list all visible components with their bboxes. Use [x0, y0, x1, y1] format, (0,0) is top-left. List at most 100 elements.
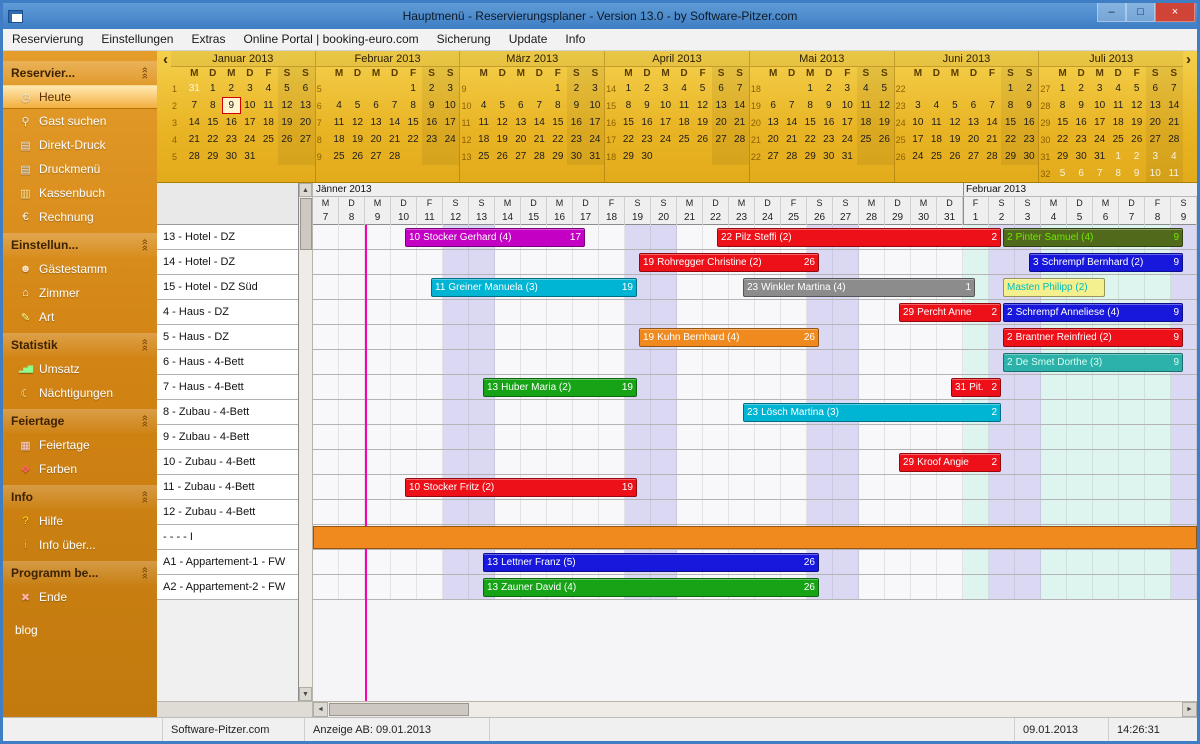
sidebar-item-blog[interactable]: blog — [3, 623, 157, 637]
menu-item-info[interactable]: Info — [556, 29, 594, 50]
calendar-day[interactable]: 22 — [801, 131, 820, 148]
calendar-day[interactable]: 10 — [909, 114, 928, 131]
calendar-day[interactable]: 14 — [385, 114, 404, 131]
calendar-day[interactable]: 15 — [204, 114, 223, 131]
calendar-day[interactable]: 28 — [983, 148, 1002, 165]
day-number-cell[interactable]: 6 — [1093, 211, 1119, 225]
calendar-day[interactable]: 10 — [241, 97, 260, 114]
calendar-day[interactable]: 26 — [946, 148, 965, 165]
calendar-day[interactable]: 17 — [441, 114, 460, 131]
gantt-row[interactable] — [313, 450, 1197, 475]
calendar-day[interactable]: 19 — [1127, 114, 1146, 131]
calendar-day[interactable]: 18 — [857, 114, 876, 131]
calendar-day[interactable]: 27 — [964, 148, 983, 165]
calendar-day[interactable]: 5 — [348, 97, 367, 114]
day-number-cell[interactable]: 7 — [1119, 211, 1145, 225]
calendar-day[interactable]: 19 — [493, 131, 512, 148]
calendar-day[interactable]: 25 — [675, 131, 694, 148]
calendar-day[interactable]: 10 — [1090, 97, 1109, 114]
calendar-day[interactable]: 6 — [512, 97, 531, 114]
sidebar-item-info-uber[interactable]: iInfo über... — [3, 533, 157, 557]
calendar-day[interactable]: 11 — [1165, 165, 1184, 182]
calendar-day[interactable]: 31 — [241, 148, 260, 165]
day-number-cell[interactable]: 28 — [859, 211, 885, 225]
calendar-day[interactable]: 29 — [204, 148, 223, 165]
calendar-day[interactable]: 28 — [530, 148, 549, 165]
calendar-day[interactable]: 26 — [493, 148, 512, 165]
calendar-day[interactable]: 27 — [1146, 131, 1165, 148]
calendar-day[interactable]: 6 — [1146, 80, 1165, 97]
calendar-day[interactable]: 21 — [730, 114, 749, 131]
calendar-day[interactable]: 13 — [367, 114, 386, 131]
calendar-day[interactable]: 13 — [1146, 97, 1165, 114]
calendar-day[interactable]: 12 — [946, 114, 965, 131]
calendar-day[interactable]: 27 — [712, 131, 731, 148]
calendar-day[interactable]: 1 — [404, 80, 423, 97]
reservation-bar[interactable]: 19Rohregger Christine (2)26 — [639, 253, 819, 272]
calendar-day[interactable]: 7 — [385, 97, 404, 114]
day-number-cell[interactable]: 20 — [651, 211, 677, 225]
gantt-grid[interactable]: 10Stocker Gerhard (4)1722Pilz Steffi (2)… — [313, 225, 1197, 701]
calendar-day[interactable]: 14 — [530, 114, 549, 131]
calendar-day[interactable]: 25 — [857, 131, 876, 148]
horizontal-scroll-thumb[interactable] — [329, 703, 469, 716]
calendar-day[interactable]: 21 — [983, 131, 1002, 148]
calendar-day[interactable]: 10 — [656, 97, 675, 114]
calendar-day[interactable]: 31 — [586, 148, 605, 165]
calendar-day[interactable]: 2 — [222, 80, 241, 97]
sidebar-item-feiertage[interactable]: ▦Feiertage — [3, 433, 157, 457]
sidebar-item-gastestamm[interactable]: ☻Gästestamm — [3, 257, 157, 281]
calendar-day[interactable]: 28 — [730, 131, 749, 148]
calendar-day[interactable]: 18 — [474, 131, 493, 148]
calendar-day[interactable]: 4 — [857, 80, 876, 97]
calendar-day[interactable]: 24 — [909, 148, 928, 165]
reservation-bar[interactable]: 2Brantner Reinfried (2)9 — [1003, 328, 1183, 347]
calendar-day[interactable]: 17 — [1090, 114, 1109, 131]
calendar-day[interactable]: 21 — [1165, 114, 1184, 131]
calendar-day[interactable]: 6 — [964, 97, 983, 114]
calendar-day[interactable]: 15 — [549, 114, 568, 131]
calendar-day[interactable]: 14 — [782, 114, 801, 131]
calendar-day[interactable]: 20 — [296, 114, 315, 131]
sidebar-section-programm-be[interactable]: Programm be...»» — [3, 561, 157, 585]
reservation-bar[interactable] — [313, 526, 1197, 549]
calendar-day[interactable]: 9 — [1020, 97, 1039, 114]
calendar-day[interactable]: 30 — [1020, 148, 1039, 165]
day-number-cell[interactable]: 15 — [521, 211, 547, 225]
calendar-day[interactable]: 7 — [1165, 80, 1184, 97]
calendar-day[interactable]: 11 — [259, 97, 278, 114]
menu-item-reservierung[interactable]: Reservierung — [3, 29, 92, 50]
reservation-bar[interactable]: 29Percht Anne2 — [899, 303, 1001, 322]
calendar-day[interactable]: 30 — [819, 148, 838, 165]
sidebar-item-rechnung[interactable]: €Rechnung — [3, 205, 157, 229]
menu-item-update[interactable]: Update — [500, 29, 557, 50]
calendar-day[interactable]: 2 — [1020, 80, 1039, 97]
reservation-bar[interactable]: 10Stocker Gerhard (4)17 — [405, 228, 585, 247]
calendar-day[interactable]: 15 — [619, 114, 638, 131]
calendar-day[interactable]: 23 — [1020, 131, 1039, 148]
calendar-day[interactable]: 24 — [838, 131, 857, 148]
calendar-day[interactable]: 19 — [348, 131, 367, 148]
calendar-day[interactable]: 9 — [222, 97, 241, 114]
calendar-day[interactable]: 17 — [241, 114, 260, 131]
calendar-day[interactable]: 23 — [422, 131, 441, 148]
calendar-day[interactable]: 11 — [474, 114, 493, 131]
calendar-day[interactable]: 17 — [909, 131, 928, 148]
calendar-day[interactable]: 30 — [567, 148, 586, 165]
calendar-day[interactable]: 8 — [801, 97, 820, 114]
reservation-bar[interactable]: 29Kroof Angie2 — [899, 453, 1001, 472]
sidebar-section-feiertage[interactable]: Feiertage»» — [3, 409, 157, 433]
calendar-day[interactable]: 1 — [1001, 80, 1020, 97]
calendar-day[interactable]: 14 — [185, 114, 204, 131]
calendar-day[interactable]: 17 — [586, 114, 605, 131]
day-number-cell[interactable]: 2 — [989, 211, 1015, 225]
sidebar-item-umsatz[interactable]: ▂▅▇Umsatz — [3, 357, 157, 381]
calendar-day[interactable]: 29 — [1053, 148, 1072, 165]
day-number-cell[interactable]: 26 — [807, 211, 833, 225]
maximize-button[interactable]: □ — [1126, 3, 1155, 22]
reservation-bar[interactable]: 2Pinter Samuel (4)9 — [1003, 228, 1183, 247]
sidebar-section-info[interactable]: Info»» — [3, 485, 157, 509]
collapse-chevron-icon[interactable]: »» — [139, 567, 151, 579]
calendar-day[interactable]: 13 — [512, 114, 531, 131]
day-number-cell[interactable]: 25 — [781, 211, 807, 225]
